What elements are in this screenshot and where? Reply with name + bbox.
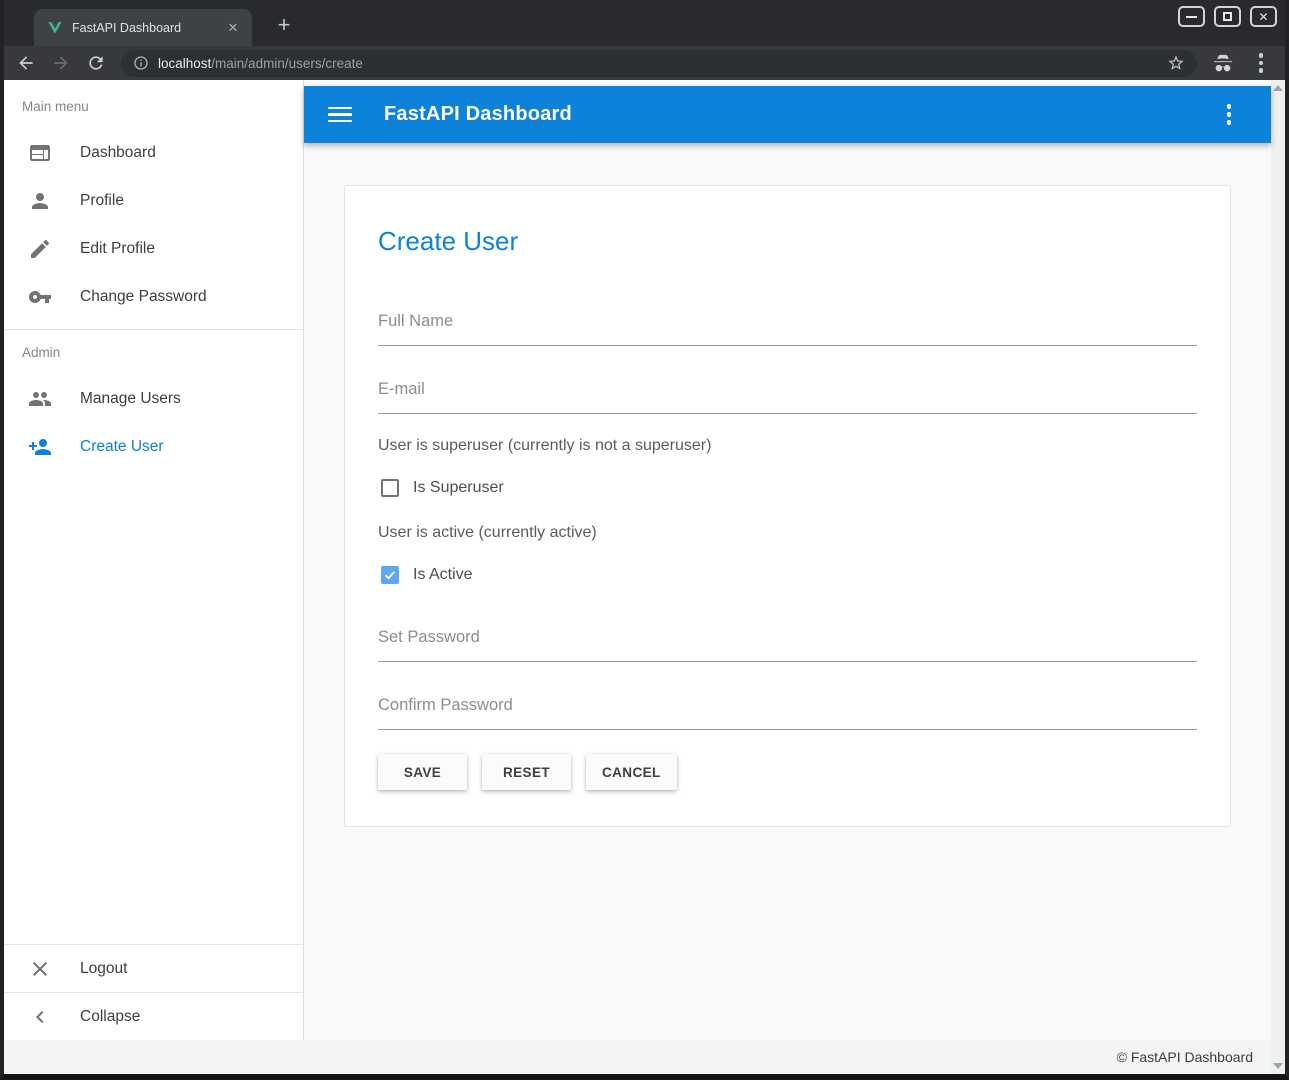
sidebar-item-change-password[interactable]: Change Password: [4, 273, 303, 321]
tab-title: FastAPI Dashboard: [72, 21, 215, 35]
minimize-button[interactable]: [1178, 6, 1205, 27]
browser-toolbar: localhost/main/admin/users/create: [4, 46, 1285, 80]
footer-text: © FastAPI Dashboard: [1117, 1049, 1253, 1065]
content-area: Create User User is superuser (currently…: [304, 143, 1271, 1040]
reload-icon[interactable]: [86, 53, 106, 73]
save-button[interactable]: SAVE: [378, 754, 467, 790]
app-title: FastAPI Dashboard: [384, 103, 1185, 126]
confirm-password-field: [378, 696, 1197, 730]
key-icon: [28, 285, 52, 309]
close-icon: [28, 957, 52, 981]
bookmark-star-icon[interactable]: [1167, 54, 1185, 72]
person-icon: [28, 189, 52, 213]
url-path: /main/admin/users/create: [211, 56, 363, 71]
vue-favicon-icon: [47, 20, 63, 36]
sidebar-item-profile[interactable]: Profile: [4, 177, 303, 225]
maximize-icon: [1223, 12, 1232, 21]
close-icon: ✕: [1258, 11, 1268, 23]
window-controls: ✕: [1178, 6, 1277, 27]
is-superuser-checkbox[interactable]: [381, 479, 399, 497]
full-name-input[interactable]: [378, 312, 1197, 346]
browser-menu-icon[interactable]: [1249, 51, 1273, 75]
web-icon: [28, 141, 52, 165]
sidebar-item-label: Change Password: [80, 288, 207, 306]
maximize-button[interactable]: [1214, 6, 1241, 27]
superuser-hint: User is superuser (currently is not a su…: [378, 436, 1197, 455]
browser-window: FastAPI Dashboard ✕ + ✕ localhost/main/a…: [0, 0, 1289, 1080]
is-active-checkbox[interactable]: [381, 566, 399, 584]
sidebar-item-create-user[interactable]: Create User: [4, 423, 303, 471]
url-text[interactable]: localhost/main/admin/users/create: [158, 56, 1158, 71]
check-icon: [383, 568, 397, 582]
sidebar-item-label: Logout: [80, 960, 127, 978]
sidebar-item-logout[interactable]: Logout: [4, 944, 303, 992]
is-superuser-checkbox-row[interactable]: Is Superuser: [381, 479, 1197, 497]
confirm-password-input[interactable]: [378, 696, 1197, 730]
sidebar-item-label: Collapse: [80, 1008, 140, 1026]
active-hint: User is active (currently active): [378, 523, 1197, 542]
is-active-checkbox-row[interactable]: Is Active: [381, 566, 1197, 584]
sidebar-item-edit-profile[interactable]: Edit Profile: [4, 225, 303, 273]
minimize-icon: [1186, 16, 1197, 18]
is-active-label: Is Active: [413, 566, 473, 584]
sidebar-item-label: Edit Profile: [80, 240, 155, 258]
create-user-card: Create User User is superuser (currently…: [344, 185, 1231, 827]
tab-strip: FastAPI Dashboard ✕ + ✕: [4, 0, 1285, 46]
sidebar-section-admin: Admin: [4, 330, 303, 375]
sidebar-item-collapse[interactable]: Collapse: [4, 992, 303, 1040]
sidebar: Main menu Dashboard Profile: [4, 80, 304, 1040]
new-tab-button[interactable]: +: [270, 12, 298, 40]
sidebar-item-label: Create User: [80, 438, 164, 456]
browser-tab[interactable]: FastAPI Dashboard ✕: [34, 9, 252, 46]
main-area: FastAPI Dashboard Create User User is su…: [304, 80, 1271, 1040]
set-password-input[interactable]: [378, 628, 1197, 662]
full-name-field: [378, 312, 1197, 346]
sidebar-item-label: Profile: [80, 192, 124, 210]
sidebar-item-label: Manage Users: [80, 390, 181, 408]
tab-close-icon[interactable]: ✕: [224, 19, 242, 37]
close-window-button[interactable]: ✕: [1250, 6, 1277, 27]
forward-icon[interactable]: [51, 53, 71, 73]
sidebar-item-manage-users[interactable]: Manage Users: [4, 375, 303, 423]
sidebar-item-dashboard[interactable]: Dashboard: [4, 129, 303, 177]
incognito-icon: [1212, 53, 1234, 73]
url-bar[interactable]: localhost/main/admin/users/create: [121, 50, 1197, 77]
app-bar: FastAPI Dashboard: [304, 86, 1271, 143]
form-title: Create User: [378, 226, 1197, 256]
is-superuser-label: Is Superuser: [413, 479, 504, 497]
scroll-down-icon[interactable]: [1273, 1063, 1283, 1069]
cancel-button[interactable]: CANCEL: [586, 754, 677, 790]
page: Main menu Dashboard Profile: [4, 80, 1285, 1074]
site-info-icon[interactable]: [133, 55, 149, 71]
hamburger-menu-icon[interactable]: [328, 103, 352, 127]
sidebar-spacer: [4, 471, 303, 944]
app-menu-icon[interactable]: [1217, 103, 1241, 127]
pencil-icon: [28, 237, 52, 261]
form-buttons: SAVE RESET CANCEL: [378, 754, 1197, 790]
scroll-up-icon[interactable]: [1273, 85, 1283, 91]
chevron-left-icon: [28, 1005, 52, 1029]
email-input[interactable]: [378, 380, 1197, 414]
page-scrollbar[interactable]: [1271, 80, 1285, 1074]
reset-button[interactable]: RESET: [482, 754, 571, 790]
email-field: [378, 380, 1197, 414]
sidebar-item-label: Dashboard: [80, 144, 156, 162]
url-host: localhost: [158, 56, 211, 71]
back-icon[interactable]: [16, 53, 36, 73]
page-footer: © FastAPI Dashboard: [4, 1040, 1271, 1074]
sidebar-section-main-menu: Main menu: [4, 90, 303, 129]
person-add-icon: [28, 435, 52, 459]
set-password-field: [378, 628, 1197, 662]
people-icon: [28, 387, 52, 411]
